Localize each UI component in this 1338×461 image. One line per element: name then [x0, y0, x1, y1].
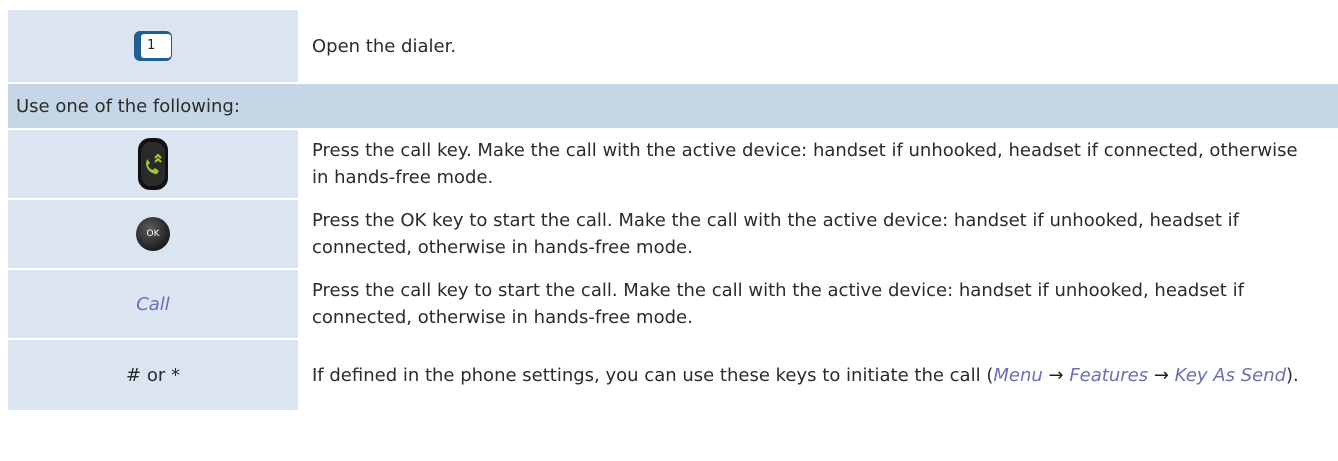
- call-softkey-label: Call: [136, 293, 170, 315]
- description-text-end: ).: [1286, 364, 1299, 386]
- description-text-start: If defined in the phone settings, you ca…: [312, 364, 994, 386]
- description-text: Open the dialer.: [312, 35, 457, 57]
- description-text: Press the call key to start the call. Ma…: [312, 280, 1244, 328]
- table-row: Press the call key. Make the call with t…: [8, 130, 1338, 200]
- section-header: Use one of the following:: [8, 84, 1338, 128]
- arrow-icon: →: [1153, 364, 1169, 386]
- icon-cell: OK: [8, 200, 298, 268]
- ok-key-label: OK: [146, 229, 160, 239]
- table-row: Call Press the call key to start the cal…: [8, 270, 1338, 340]
- dialer-key-digit: 1: [141, 34, 171, 58]
- label-cell: Call: [8, 270, 298, 338]
- table-row: OK Press the OK key to start the call. M…: [8, 200, 1338, 270]
- icon-cell: 1: [8, 10, 298, 82]
- ok-key-icon: OK: [136, 217, 170, 251]
- description-cell: Open the dialer.: [298, 10, 1338, 82]
- table-row: 1 Open the dialer.: [8, 10, 1338, 84]
- features-link: Features: [1069, 364, 1149, 386]
- label-cell: # or *: [8, 340, 298, 410]
- description-text: Press the OK key to start the call. Make…: [312, 210, 1239, 258]
- key-as-send-link: Key As Send: [1174, 364, 1287, 386]
- description-cell: Press the call key to start the call. Ma…: [298, 270, 1338, 338]
- description-text: If defined in the phone settings, you ca…: [312, 362, 1299, 389]
- arrow-icon: →: [1048, 364, 1064, 386]
- table-row: # or * If defined in the phone settings,…: [8, 340, 1338, 412]
- dialer-key-icon: 1: [134, 31, 172, 61]
- description-cell: If defined in the phone settings, you ca…: [298, 340, 1338, 410]
- hash-or-star-label: # or *: [126, 364, 180, 386]
- description-cell: Press the OK key to start the call. Make…: [298, 200, 1338, 268]
- description-text: Press the call key. Make the call with t…: [312, 140, 1298, 188]
- menu-link: Menu: [993, 364, 1043, 386]
- instruction-table: 1 Open the dialer. Use one of the follow…: [8, 10, 1338, 412]
- description-cell: Press the call key. Make the call with t…: [298, 130, 1338, 198]
- section-row: Use one of the following:: [8, 84, 1338, 130]
- handset-arrow-icon: [146, 153, 162, 174]
- icon-cell: [8, 130, 298, 198]
- call-key-icon: [138, 138, 168, 190]
